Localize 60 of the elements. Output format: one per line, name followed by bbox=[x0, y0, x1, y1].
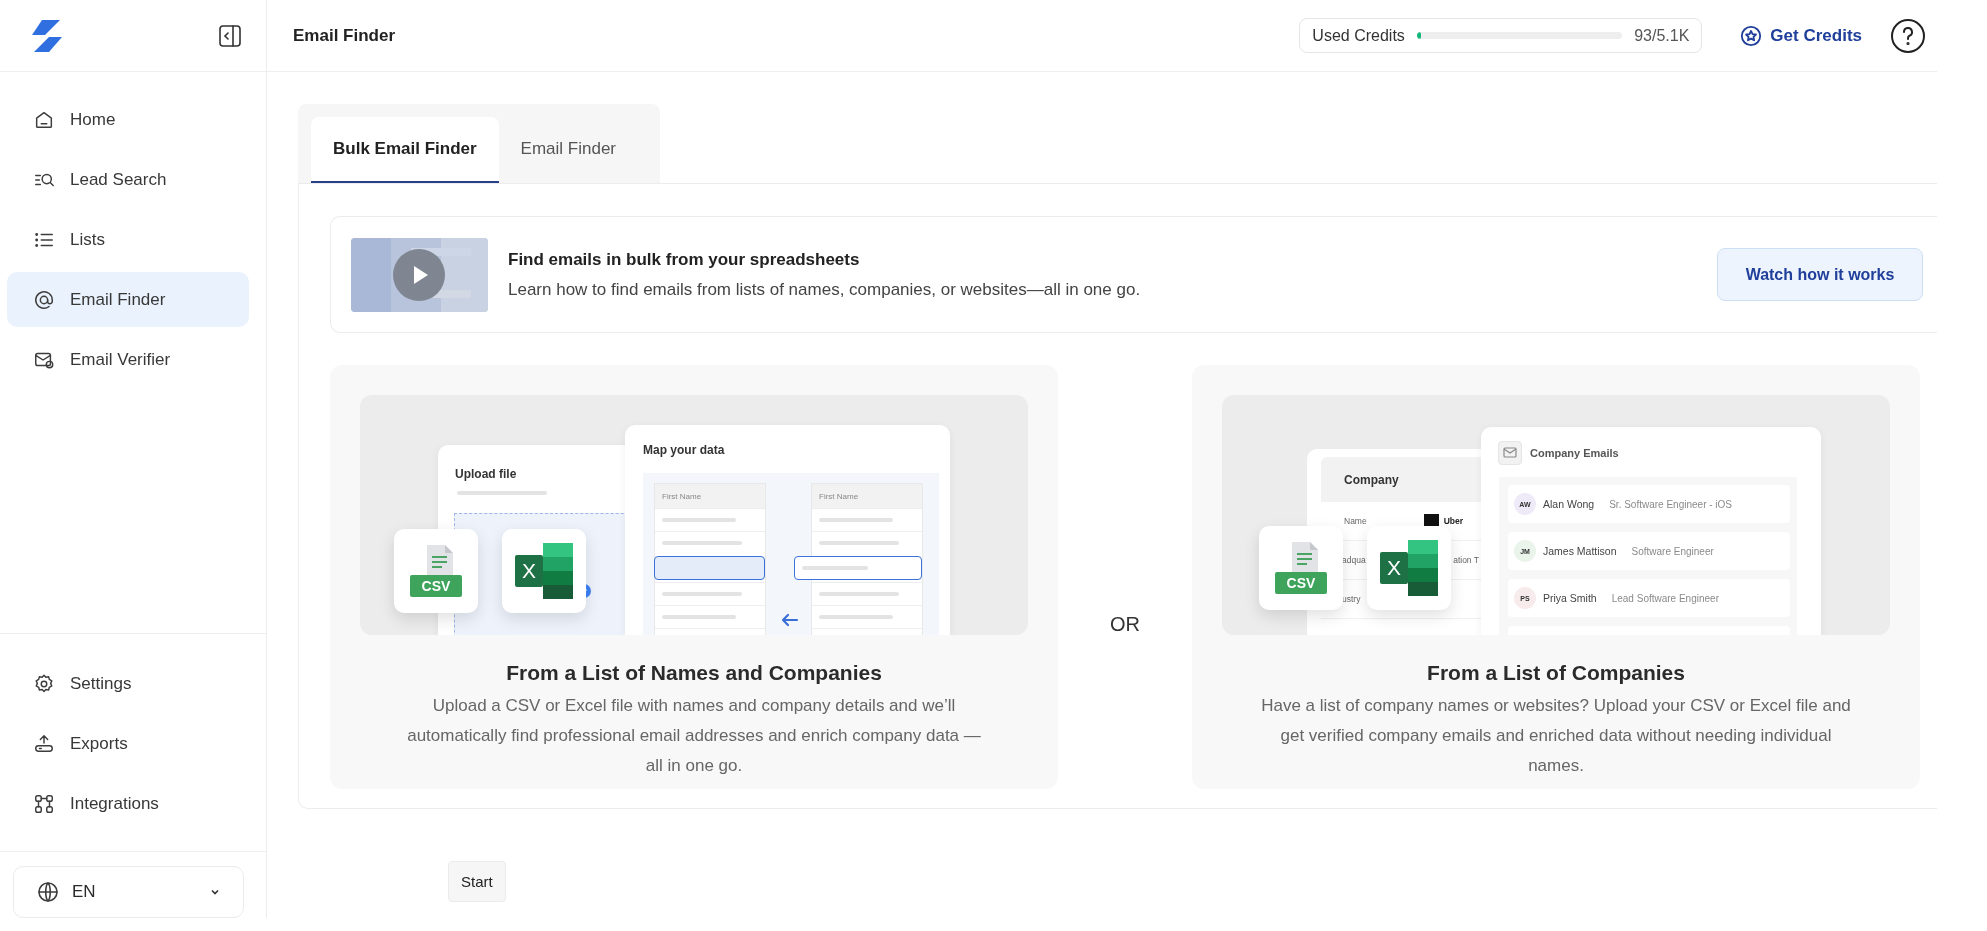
language-select[interactable]: EN bbox=[13, 866, 244, 918]
contact-name: James Mattison bbox=[1543, 545, 1617, 557]
banner-title: Find emails in bulk from your spreadsheets bbox=[508, 249, 861, 270]
arrow-left-icon bbox=[781, 613, 799, 627]
get-credits-link[interactable]: Get Credits bbox=[1740, 24, 1862, 47]
page-title: Email Finder bbox=[293, 25, 396, 46]
at-sign-icon bbox=[33, 288, 55, 311]
nav-item[interactable]: Exports bbox=[7, 716, 249, 771]
nav-item[interactable]: Email Verifier bbox=[7, 332, 249, 387]
globe-icon bbox=[36, 880, 60, 904]
tray-upload-icon bbox=[33, 732, 55, 755]
panel-title: Map your data bbox=[643, 443, 725, 457]
settings-icon bbox=[33, 672, 55, 695]
help-icon[interactable] bbox=[1890, 17, 1926, 54]
panel-title: Upload file bbox=[455, 467, 517, 481]
nodes-icon bbox=[33, 792, 55, 815]
nav-item[interactable]: Email Finder bbox=[7, 272, 249, 327]
nav-item[interactable]: Settings bbox=[7, 656, 249, 711]
contact-role: Sr. Software Engineer - iOS bbox=[1609, 498, 1733, 510]
contact-role: Lead Software Engineer bbox=[1611, 592, 1719, 604]
credits-reading: 93/5.1K bbox=[1634, 26, 1690, 45]
video-thumbnail[interactable] bbox=[351, 237, 488, 312]
banner-description: Learn how to find emails from lists of names, companies, or websites—all in one go. bbox=[508, 279, 1141, 300]
start-button[interactable]: Start bbox=[448, 861, 506, 902]
field-value: Uber bbox=[1443, 516, 1464, 526]
column-header: First Name bbox=[655, 484, 765, 508]
field-value: ation T bbox=[1453, 555, 1480, 565]
card-title: From a List of Companies bbox=[1426, 661, 1686, 685]
nav-item[interactable]: Lists bbox=[7, 212, 249, 267]
file-type-badge: CSV bbox=[1275, 572, 1327, 594]
spreadsheet-icon bbox=[1408, 540, 1438, 596]
logo-icon bbox=[32, 19, 62, 52]
excel-mark: X bbox=[1380, 552, 1408, 584]
column-header: First Name bbox=[812, 484, 922, 508]
watch-video-button[interactable]: Watch how it works bbox=[1717, 248, 1923, 301]
collapse-sidebar-icon[interactable] bbox=[218, 23, 242, 48]
or-separator: OR bbox=[1109, 613, 1141, 636]
nav-item[interactable]: Lead Search bbox=[7, 152, 249, 207]
card-description: Upload a CSV or Excel file with names and company details and we’ll automatically find professional email addresses and enrich company data — all in one go. bbox=[406, 695, 982, 777]
panel-title: Company Emails bbox=[1530, 447, 1619, 459]
panel-title: Company bbox=[1321, 457, 1481, 502]
card-description: Have a list of company names or websites? Upload your CSV or Excel file and get verified company emails and enriched data without needing individual names. bbox=[1261, 695, 1851, 777]
contact-role: Software Engineer bbox=[1631, 545, 1714, 557]
mail-icon bbox=[1498, 441, 1522, 465]
tab[interactable]: Bulk Email Finder bbox=[311, 117, 499, 183]
spreadsheet-icon bbox=[543, 543, 573, 599]
excel-mark: X bbox=[515, 555, 543, 587]
tab[interactable]: Email Finder bbox=[498, 117, 638, 183]
nav-item[interactable]: Integrations bbox=[7, 776, 249, 831]
option-card[interactable] bbox=[330, 365, 1058, 789]
card-title: From a List of Names and Companies bbox=[505, 661, 883, 685]
file-type-badge: CSV bbox=[410, 575, 462, 597]
field-label: Name bbox=[1344, 516, 1367, 526]
field-label: ustry bbox=[1342, 594, 1361, 604]
contact-name: Alan Wong bbox=[1543, 498, 1595, 510]
contact-name: Priya Smith bbox=[1543, 592, 1597, 604]
option-card[interactable] bbox=[1192, 365, 1920, 789]
field-label: adqua bbox=[1342, 555, 1366, 565]
nav-item[interactable]: Home bbox=[7, 92, 249, 147]
credits-label: Used Credits bbox=[1312, 26, 1405, 45]
